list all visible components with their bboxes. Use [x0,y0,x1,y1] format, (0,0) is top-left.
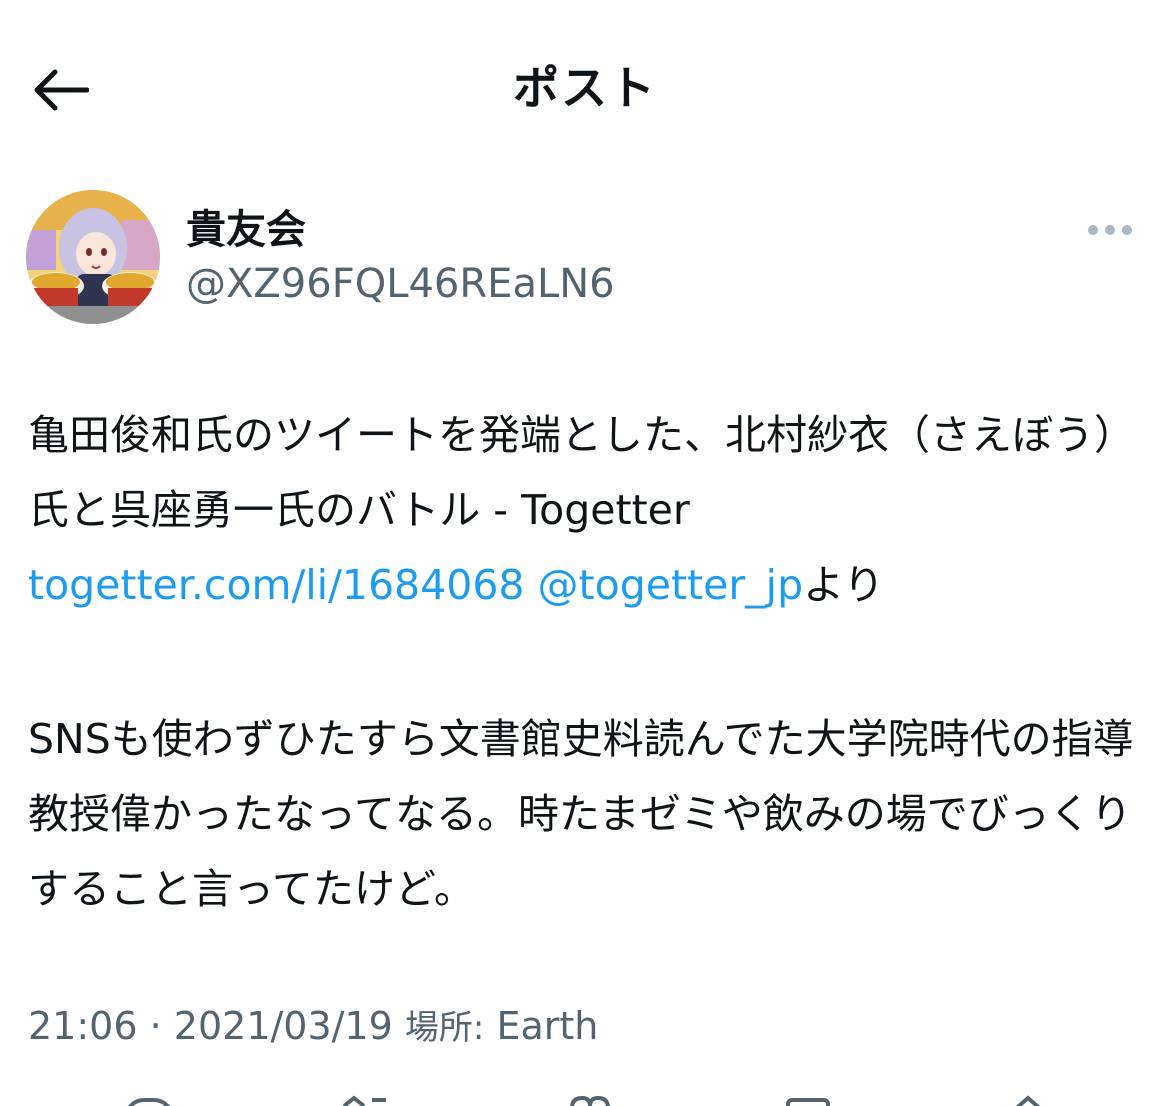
retweet-icon [342,1095,386,1106]
post-text-after-link: より [803,561,885,609]
post-time[interactable]: 21:06 [28,1004,138,1048]
post-text-part-1: 亀田俊和氏のツイートを発端とした、北村紗衣（さえぼう）氏と呉座勇一氏のバトル -… [28,411,1135,534]
reply-button[interactable] [120,1092,180,1106]
location-label: 場所: [404,1008,485,1048]
like-button[interactable] [560,1092,620,1106]
heart-icon [570,1095,610,1106]
post-link-url[interactable]: togetter.com/li/1684068 [28,561,524,609]
more-options-button[interactable] [1080,210,1140,250]
reply-icon [128,1098,170,1106]
bookmark-button[interactable] [784,1092,844,1106]
retweet-button[interactable] [336,1092,396,1106]
post-paragraph-2: SNSも使わずひたすら文書館史料読んでた大学院時代の指導教授偉かったなってなる。… [28,715,1134,913]
post-author: 貴友会 @XZ96FQL46REaLN6 [26,190,1146,330]
avatar[interactable] [26,190,160,324]
share-button[interactable] [1000,1092,1060,1106]
post-paragraph-1: 亀田俊和氏のツイートを発端とした、北村紗衣（さえぼう）氏と呉座勇一氏のバトル -… [28,398,1146,623]
avatar-anime-girl-icon [26,190,160,324]
post-date[interactable]: 2021/03/19 [174,1004,393,1048]
user-handle[interactable]: @XZ96FQL46REaLN6 [186,258,615,310]
post-metadata: 21:06 · 2021/03/19 場所: Earth [28,1000,598,1054]
share-icon [1015,1095,1041,1106]
meta-separator: · [149,1004,162,1048]
display-name[interactable]: 貴友会 [186,204,306,256]
post-mention-link[interactable]: @togetter_jp [538,561,804,609]
top-bar: ポスト [0,0,1170,176]
page-title: ポスト [513,61,657,115]
action-bar [0,1092,1170,1106]
post-text: 亀田俊和氏のツイートを発端とした、北村紗衣（さえぼう）氏と呉座勇一氏のバトル -… [28,398,1146,927]
post-location: Earth [496,1004,599,1048]
bookmark-icon [786,1098,830,1106]
more-horizontal-icon [1088,225,1132,235]
